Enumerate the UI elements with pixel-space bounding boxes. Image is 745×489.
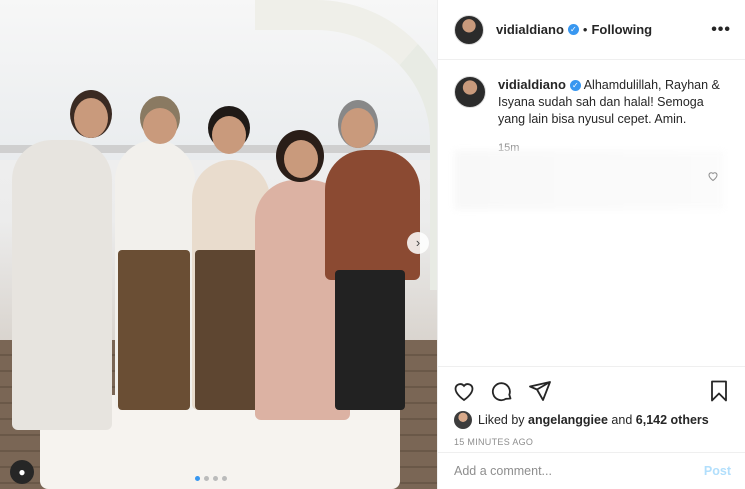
person-1: [12, 140, 112, 430]
person-2-batik: [118, 250, 190, 410]
next-photo-arrow-icon[interactable]: ›: [407, 232, 429, 254]
likes-prefix: Liked by: [478, 413, 525, 427]
post-panel: vidialdiano ✓ • Following ••• vidialdian…: [437, 0, 745, 489]
share-icon[interactable]: [528, 379, 552, 403]
caption-body: vidialdiano ✓ Alhamdulillah, Rayhan & Isy…: [498, 76, 731, 157]
blurred-comment: [454, 150, 724, 210]
separator-dot: •: [582, 22, 588, 37]
verified-badge-icon: ✓: [569, 80, 581, 92]
comment-input[interactable]: Add a comment...: [454, 464, 552, 478]
caption: vidialdiano ✓ Alhamdulillah, Rayhan & Isy…: [438, 60, 745, 157]
post-timestamp[interactable]: 15 MINUTES AGO: [438, 429, 745, 447]
caption-username[interactable]: vidialdiano: [498, 77, 566, 92]
actions-section: Liked by angelanggiee and 6,142 others 1…: [438, 366, 745, 447]
person-3-face: [212, 116, 246, 154]
comment-icon[interactable]: [490, 379, 514, 403]
person-5-trousers: [335, 270, 405, 410]
comment-input-bar: Add a comment... Post: [438, 452, 745, 489]
carousel-dot: [204, 476, 209, 481]
person-5: [325, 150, 420, 280]
action-buttons: [438, 367, 745, 407]
post-comment-button[interactable]: Post: [704, 464, 731, 478]
carousel-dot: [213, 476, 218, 481]
avatar[interactable]: [454, 14, 484, 45]
carousel-dots: [195, 476, 227, 481]
carousel-dot: [222, 476, 227, 481]
likes-row: Liked by angelanggiee and 6,142 others: [438, 407, 745, 429]
caption-avatar[interactable]: [454, 76, 486, 108]
verified-badge-icon: ✓: [567, 24, 579, 35]
person-2-face: [143, 108, 177, 144]
likes-and: and: [611, 413, 633, 427]
heart-icon[interactable]: [452, 379, 476, 403]
following-button[interactable]: Following: [591, 22, 652, 37]
comment-like-heart-icon[interactable]: [707, 170, 719, 185]
person-4-face: [284, 140, 318, 178]
post-username[interactable]: vidialdiano: [496, 22, 564, 37]
bookmark-icon[interactable]: [707, 379, 731, 403]
user-tag-icon[interactable]: ●: [10, 460, 34, 484]
likes-count[interactable]: 6,142 others: [636, 413, 709, 427]
liker-avatar[interactable]: [454, 411, 472, 429]
person-5-face: [341, 108, 375, 148]
liker-username[interactable]: angelanggiee: [528, 413, 608, 427]
post-photo[interactable]: › ●: [0, 0, 437, 489]
post-header: vidialdiano ✓ • Following •••: [438, 0, 745, 60]
person-1-face: [74, 98, 108, 138]
carousel-dot: [195, 476, 200, 481]
more-options-icon[interactable]: •••: [711, 21, 731, 39]
